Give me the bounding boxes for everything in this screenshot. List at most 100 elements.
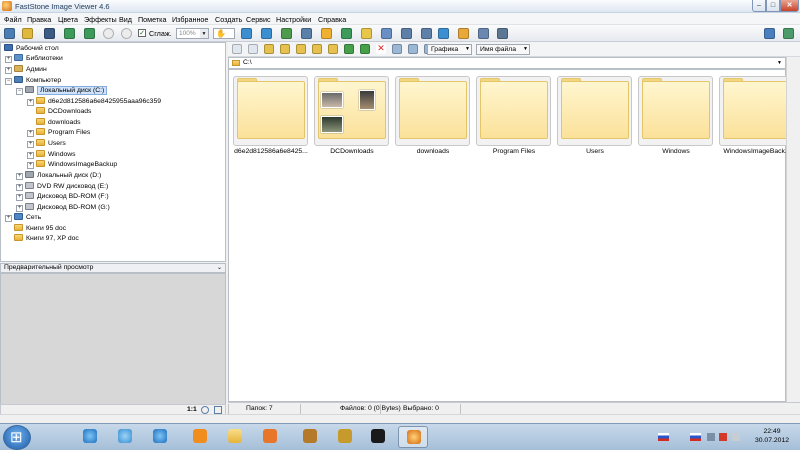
menu-service[interactable]: Сервис <box>246 15 271 24</box>
taskbar-ie[interactable] <box>75 426 105 448</box>
folder-up-icon[interactable] <box>264 44 274 54</box>
thumbnail-item[interactable] <box>719 76 794 146</box>
tree-item-folder[interactable]: d6e2d812586a6e8425955aaa96c359 <box>36 97 161 107</box>
zoom-ratio[interactable]: 1:1 <box>187 406 197 413</box>
thumbnail-item[interactable] <box>476 76 551 146</box>
zoom-in-icon[interactable] <box>103 28 114 39</box>
email-icon[interactable] <box>438 28 449 39</box>
tree-item-drive-d[interactable]: Локальный диск (D:) <box>25 171 101 181</box>
expand-toggle[interactable]: + <box>27 141 34 148</box>
tree-item-admin[interactable]: Админ <box>14 65 47 75</box>
tree-item-computer[interactable]: Компьютер <box>14 76 61 86</box>
taskbar-explorer[interactable] <box>220 426 250 448</box>
tree-item-drive-g[interactable]: Дисковод BD-ROM (G:) <box>25 203 110 213</box>
delete-icon[interactable]: ✕ <box>376 44 386 54</box>
tree-item-libraries[interactable]: Библиотеки <box>14 54 63 64</box>
expand-toggle[interactable]: + <box>16 205 23 212</box>
tree-item-drive-f[interactable]: Дисковод BD-ROM (F:) <box>25 192 109 202</box>
draw-icon[interactable] <box>381 28 392 39</box>
expand-toggle[interactable]: + <box>16 173 23 180</box>
taskbar-app[interactable] <box>295 426 325 448</box>
menu-mark[interactable]: Пометка <box>138 15 166 24</box>
rotate-right-icon[interactable] <box>261 28 272 39</box>
actual-size-icon[interactable] <box>214 406 222 414</box>
resize-icon[interactable] <box>341 28 352 39</box>
hand-tool-icon[interactable]: ✋ <box>213 28 235 39</box>
menu-colors[interactable]: Цвета <box>58 15 78 24</box>
expand-toggle[interactable]: + <box>5 67 12 74</box>
taskbar-odnoklassniki[interactable] <box>185 426 215 448</box>
tree-item-folder[interactable]: Книги 95 doc <box>14 224 66 234</box>
thumbnail-item[interactable] <box>233 76 308 146</box>
close-button[interactable]: ✕ <box>780 0 799 12</box>
view-thumbnails-icon[interactable] <box>392 44 402 54</box>
collapse-toggle[interactable]: − <box>5 78 12 85</box>
menu-create[interactable]: Создать <box>215 15 242 24</box>
thumbnail-item[interactable] <box>638 76 713 146</box>
thumbnail-item[interactable] <box>557 76 632 146</box>
tree-item-drive-c[interactable]: Локальный диск (C:) <box>25 86 108 96</box>
language-flag-icon[interactable] <box>690 433 701 441</box>
zoom-select[interactable]: 100% ▼ <box>176 28 209 39</box>
layout-icon[interactable] <box>764 28 775 39</box>
menu-view[interactable]: Вид <box>119 15 132 24</box>
tree-item-network[interactable]: Сеть <box>14 213 41 223</box>
expand-toggle[interactable]: + <box>27 162 34 169</box>
new-folder-icon[interactable] <box>280 44 290 54</box>
taskbar-app[interactable] <box>363 426 393 448</box>
sort-select[interactable]: Имя файла ▼ <box>476 44 530 55</box>
taskbar-app[interactable] <box>110 426 140 448</box>
clock[interactable]: 22:49 30.07.2012 <box>749 427 795 445</box>
tree-item-folder[interactable]: downloads <box>36 118 81 128</box>
filter-select[interactable]: Графика ▼ <box>427 44 472 55</box>
copy-to-icon[interactable] <box>328 44 338 54</box>
tree-item-folder[interactable]: WindowsImageBackup <box>36 160 117 170</box>
save-as-icon[interactable] <box>64 28 75 39</box>
tree-item-folder[interactable]: Users <box>36 139 66 149</box>
menu-effects[interactable]: Эффекты <box>84 15 117 24</box>
expand-toggle[interactable]: + <box>16 194 23 201</box>
menu-edit[interactable]: Правка <box>27 15 51 24</box>
save-icon[interactable] <box>44 28 55 39</box>
view-list-icon[interactable] <box>408 44 418 54</box>
camera-icon[interactable] <box>4 28 15 39</box>
folder-tree[interactable]: Рабочий стол + Библиотеки + Админ − Комп… <box>0 42 226 262</box>
fit-icon[interactable] <box>201 406 209 414</box>
expand-toggle[interactable]: + <box>5 56 12 63</box>
menu-settings[interactable]: Настройки <box>276 15 311 24</box>
menu-help[interactable]: Справка <box>318 15 346 24</box>
tree-item-folder[interactable]: Windows <box>36 150 76 160</box>
taskbar-media[interactable] <box>255 426 285 448</box>
expand-toggle[interactable]: + <box>16 184 23 191</box>
tray-icon[interactable] <box>719 433 727 441</box>
zoom-out-icon[interactable] <box>121 28 132 39</box>
taskbar-faststone[interactable] <box>398 426 428 448</box>
maximize-button[interactable]: □ <box>766 0 780 12</box>
crop-icon[interactable] <box>301 28 312 39</box>
adjust-colors-icon[interactable] <box>321 28 332 39</box>
tree-item-folder[interactable]: Program Files <box>36 128 90 138</box>
language-flag-icon[interactable] <box>658 433 669 441</box>
start-button[interactable] <box>3 425 31 450</box>
volume-icon[interactable] <box>732 433 740 441</box>
chevron-down-icon[interactable]: ▼ <box>777 58 782 68</box>
recent-folder-icon[interactable] <box>312 44 322 54</box>
smooth-checkbox[interactable]: ✓ <box>138 29 146 37</box>
thumbnail-item[interactable] <box>395 76 470 146</box>
forward-icon[interactable] <box>248 44 258 54</box>
chevron-down-icon[interactable]: ⌄ <box>217 264 222 272</box>
flip-icon[interactable] <box>281 28 292 39</box>
back-icon[interactable] <box>232 44 242 54</box>
tree-item-drive-e[interactable]: DVD RW дисковод (E:) <box>25 182 108 192</box>
expand-toggle[interactable]: + <box>27 152 34 159</box>
taskbar-app[interactable] <box>330 426 360 448</box>
rotate-left-icon[interactable] <box>241 28 252 39</box>
minimize-button[interactable]: – <box>752 0 766 12</box>
scanner-icon[interactable] <box>497 28 508 39</box>
export-icon[interactable] <box>84 28 95 39</box>
taskbar-ie[interactable] <box>145 426 175 448</box>
refresh-icon[interactable] <box>344 44 354 54</box>
open-folder-icon[interactable] <box>22 28 33 39</box>
vertical-scrollbar[interactable] <box>786 57 800 402</box>
network-tray-icon[interactable] <box>707 433 715 441</box>
